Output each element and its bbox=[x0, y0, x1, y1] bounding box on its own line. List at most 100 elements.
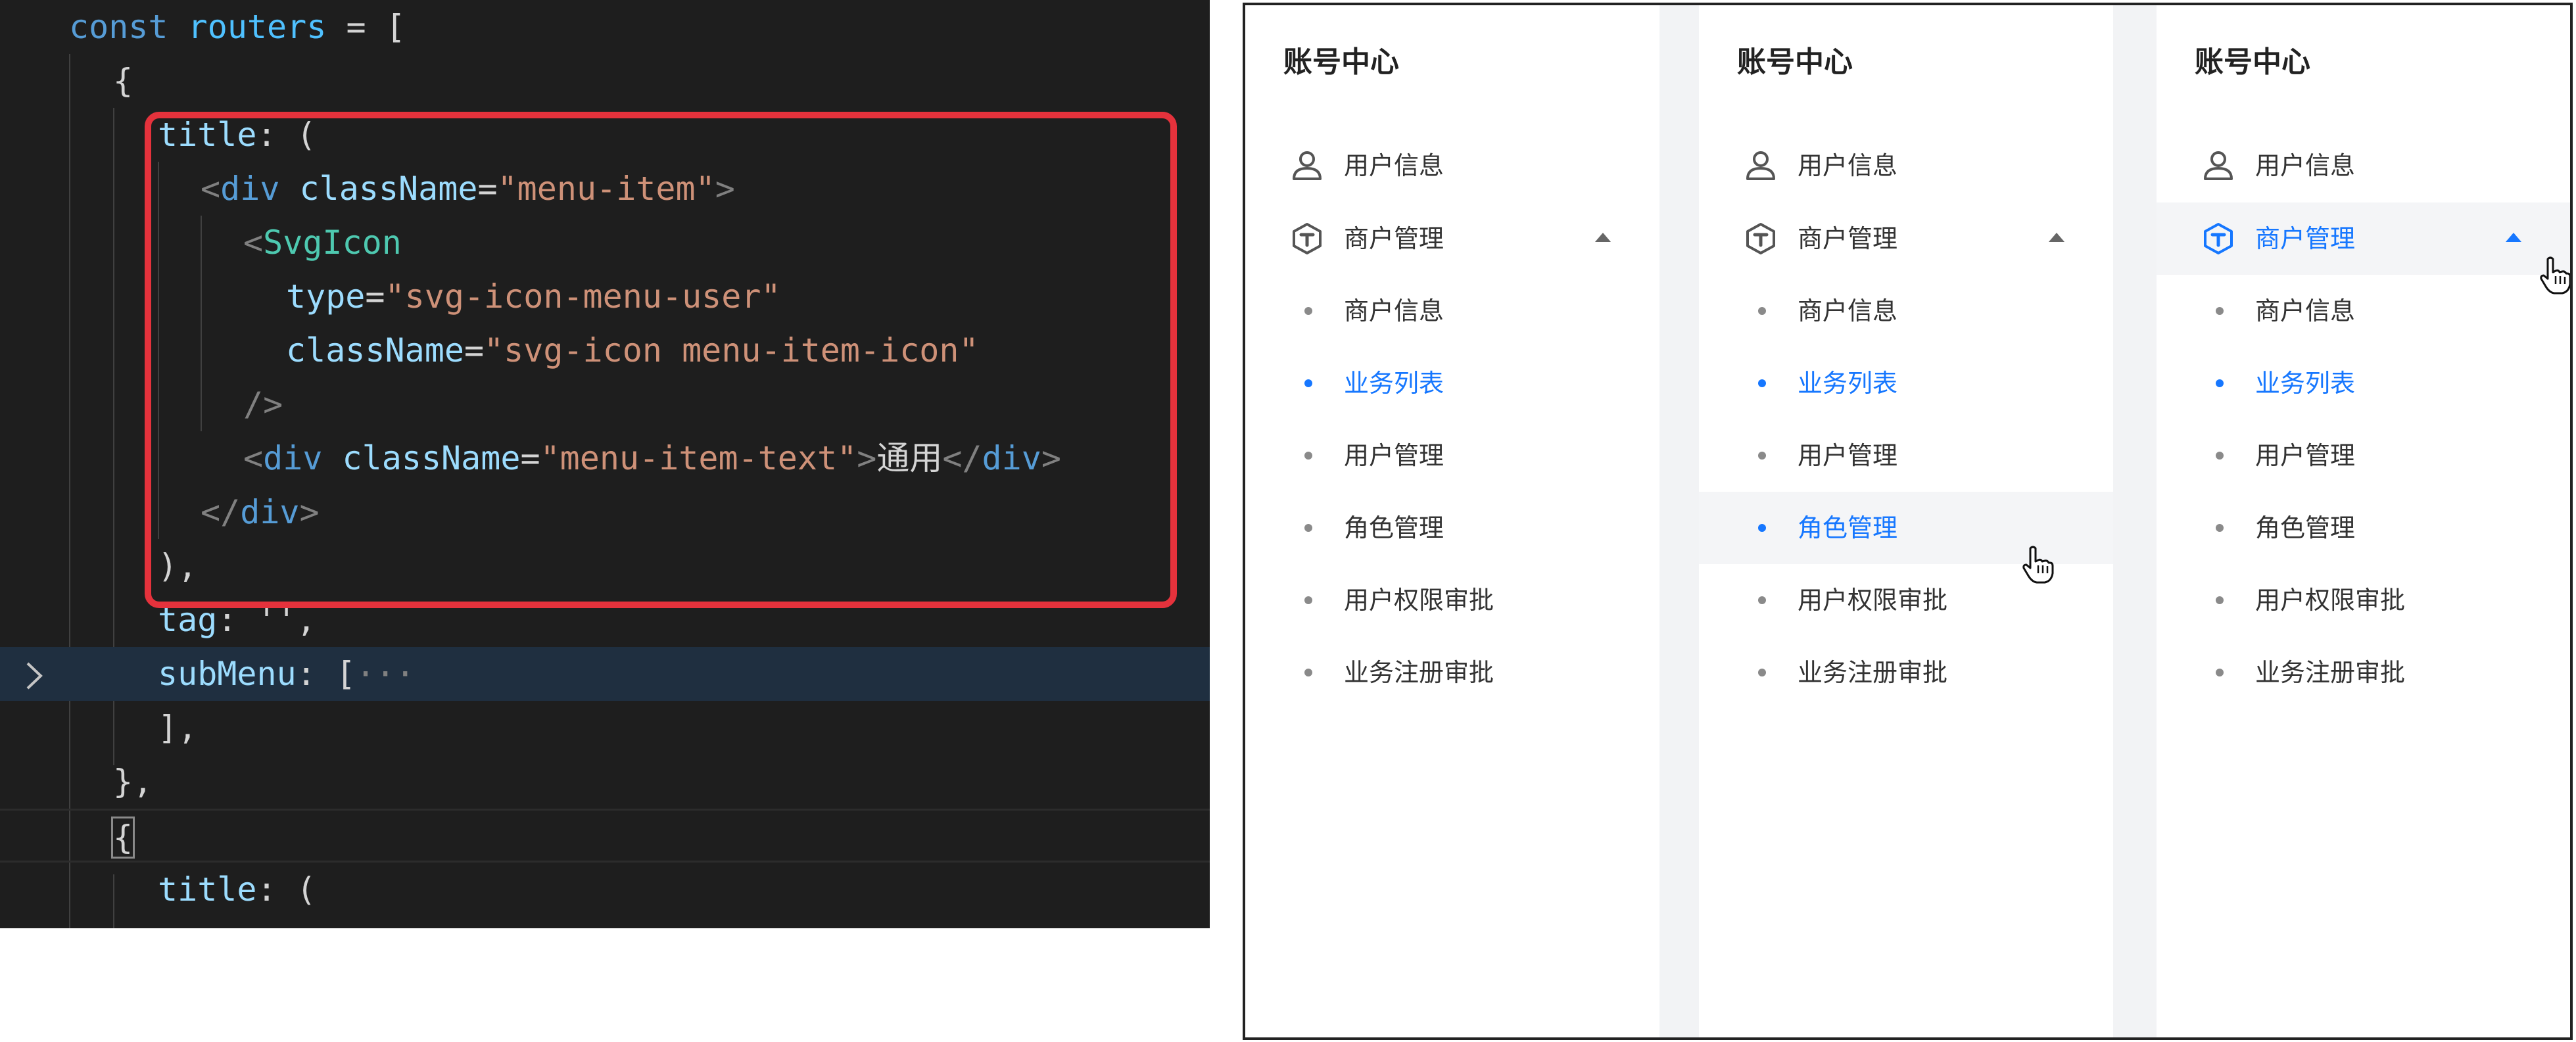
code-line-current[interactable]: { bbox=[0, 809, 1210, 863]
submenu-item[interactable]: 业务注册审批 bbox=[1699, 636, 2113, 709]
submenu-item[interactable]: 角色管理 bbox=[1245, 492, 1659, 564]
submenu-item[interactable]: 角色管理 bbox=[1699, 492, 2113, 584]
menu-item[interactable]: 用户信息 bbox=[1245, 130, 1659, 202]
user-icon bbox=[1290, 149, 1324, 183]
menu-item-label: 用户管理 bbox=[1344, 441, 1444, 470]
submenu-item[interactable]: 商户信息 bbox=[2157, 275, 2570, 347]
submenu-item[interactable]: 业务列表 bbox=[2157, 347, 2570, 419]
bullet-dot-icon bbox=[2216, 379, 2224, 387]
code-line-text: ], bbox=[158, 701, 197, 755]
menu-item-label: 业务注册审批 bbox=[1344, 658, 1494, 687]
menu-item[interactable]: 商户管理 bbox=[1245, 202, 1659, 275]
code-token: }, bbox=[113, 763, 153, 801]
bullet-dot-icon bbox=[1304, 307, 1312, 315]
menu-item-label: 业务注册审批 bbox=[1798, 658, 1948, 687]
fold-chevron-right-icon[interactable] bbox=[21, 659, 47, 692]
menu-item-label: 角色管理 bbox=[2255, 513, 2356, 542]
menu-item-label: 商户管理 bbox=[1344, 224, 1444, 253]
bullet-dot-icon bbox=[2216, 596, 2224, 604]
submenu-item[interactable]: 用户权限审批 bbox=[2157, 564, 2570, 636]
code-line[interactable]: ], bbox=[0, 701, 1210, 755]
code-line-text: { bbox=[113, 54, 133, 108]
submenu-item[interactable]: 用户管理 bbox=[1245, 419, 1659, 492]
sidebar-menu: 账号中心 用户信息 商户管理 商户信息 业务列表 用户管理 角色管理 用户权限审批 业务注册审批 bbox=[2157, 5, 2570, 1037]
menu-item-label: 用户权限审批 bbox=[1798, 586, 1948, 615]
bullet-dot-icon bbox=[1304, 524, 1312, 532]
submenu-item[interactable]: 业务列表 bbox=[1699, 347, 2113, 419]
menu-item-label: 用户信息 bbox=[1344, 151, 1444, 180]
submenu-item[interactable]: 业务列表 bbox=[1245, 347, 1659, 419]
bullet-dot-icon bbox=[1304, 596, 1312, 604]
code-editor[interactable]: const routers = [ { title: ( <div classN… bbox=[0, 0, 1210, 928]
bullet-dot-icon bbox=[1758, 307, 1766, 315]
code-line-text: subMenu: [··· bbox=[158, 647, 415, 701]
submenu-item[interactable]: 用户权限审批 bbox=[1699, 564, 2113, 636]
code-token: const bbox=[69, 8, 188, 46]
code-line[interactable]: const routers = [ bbox=[0, 0, 1210, 54]
menu-item-label: 业务列表 bbox=[1798, 369, 1898, 398]
sidebar-menu: 账号中心用户信息商户管理商户信息业务列表用户管理角色管理用户权限审批 业务注册审批 bbox=[1699, 5, 2113, 1037]
code-line-text: title: ( bbox=[158, 863, 316, 916]
menu-item[interactable]: 商户管理 bbox=[1699, 202, 2113, 275]
code-token: { bbox=[110, 817, 135, 859]
menu-item-label: 业务列表 bbox=[2255, 369, 2356, 398]
code-token: ], bbox=[158, 709, 198, 747]
panel-gap bbox=[2113, 5, 2157, 1037]
merchant-icon bbox=[1744, 222, 1778, 256]
bullet-dot-icon bbox=[1758, 452, 1766, 460]
code-line-text: }, bbox=[113, 755, 153, 809]
code-line-text: { bbox=[110, 811, 135, 864]
bullet-dot-icon bbox=[2216, 669, 2224, 676]
code-token: title bbox=[158, 870, 257, 909]
code-line[interactable]: { bbox=[0, 54, 1210, 108]
menu-item-label: 用户管理 bbox=[1798, 441, 1898, 470]
caret-up-icon[interactable] bbox=[2049, 233, 2064, 242]
menu-title: 账号中心 bbox=[1283, 45, 1399, 79]
caret-up-icon[interactable] bbox=[2506, 233, 2521, 242]
menu-item[interactable]: 商户管理 bbox=[2157, 202, 2570, 295]
submenu-item[interactable]: 用户权限审批 bbox=[1245, 564, 1659, 636]
menu-item-label: 商户管理 bbox=[2255, 224, 2356, 253]
menu-item-label: 角色管理 bbox=[1798, 513, 1898, 542]
submenu-item[interactable]: 用户管理 bbox=[1699, 419, 2113, 492]
menu-item-label: 商户管理 bbox=[1798, 224, 1898, 253]
menu-item-label: 用户信息 bbox=[1798, 151, 1898, 180]
submenu-item[interactable]: 商户信息 bbox=[1245, 275, 1659, 347]
submenu-item[interactable]: 用户管理 bbox=[2157, 419, 2570, 492]
menu-item-label: 业务列表 bbox=[1344, 369, 1444, 398]
highlight-annotation-box bbox=[145, 112, 1177, 608]
menu-item[interactable]: 用户信息 bbox=[1699, 130, 2113, 202]
submenu-item[interactable]: 角色管理 bbox=[2157, 492, 2570, 564]
panel-gap bbox=[1659, 5, 1699, 1037]
menu-item-label: 用户信息 bbox=[2255, 151, 2356, 180]
code-line-folded[interactable]: subMenu: [··· bbox=[0, 647, 1210, 701]
bullet-dot-icon bbox=[1304, 669, 1312, 676]
menu-item-label: 业务注册审批 bbox=[2255, 658, 2406, 687]
bullet-dot-icon bbox=[2216, 452, 2224, 460]
code-token: routers bbox=[187, 8, 327, 46]
submenu-item[interactable]: 业务注册审批 bbox=[1245, 636, 1659, 709]
bullet-dot-icon bbox=[1758, 524, 1766, 532]
menu-item-label: 用户权限审批 bbox=[2255, 586, 2406, 615]
caret-up-icon[interactable] bbox=[1595, 233, 1611, 242]
menu-item-label: 用户管理 bbox=[2255, 441, 2356, 470]
merchant-icon bbox=[2201, 222, 2235, 256]
user-icon bbox=[2201, 149, 2235, 183]
code-line[interactable]: }, bbox=[0, 755, 1210, 809]
bullet-dot-icon bbox=[1758, 379, 1766, 387]
menu-item-label: 商户信息 bbox=[1798, 296, 1898, 325]
menu-title: 账号中心 bbox=[1737, 45, 1853, 79]
code-token: : ( bbox=[256, 870, 316, 909]
code-token: = [ bbox=[326, 8, 406, 46]
code-token: : [ bbox=[296, 655, 356, 693]
menu-item-label: 用户权限审批 bbox=[1344, 586, 1494, 615]
bullet-dot-icon bbox=[2216, 524, 2224, 532]
code-line-text: const routers = [ bbox=[69, 0, 406, 54]
merchant-icon bbox=[1290, 222, 1324, 256]
submenu-item[interactable]: 业务注册审批 bbox=[2157, 636, 2570, 709]
bullet-dot-icon bbox=[1304, 452, 1312, 460]
user-icon bbox=[1744, 149, 1778, 183]
code-line[interactable]: title: ( bbox=[0, 863, 1210, 916]
submenu-item[interactable]: 商户信息 bbox=[1699, 275, 2113, 347]
menu-item[interactable]: 用户信息 bbox=[2157, 130, 2570, 202]
